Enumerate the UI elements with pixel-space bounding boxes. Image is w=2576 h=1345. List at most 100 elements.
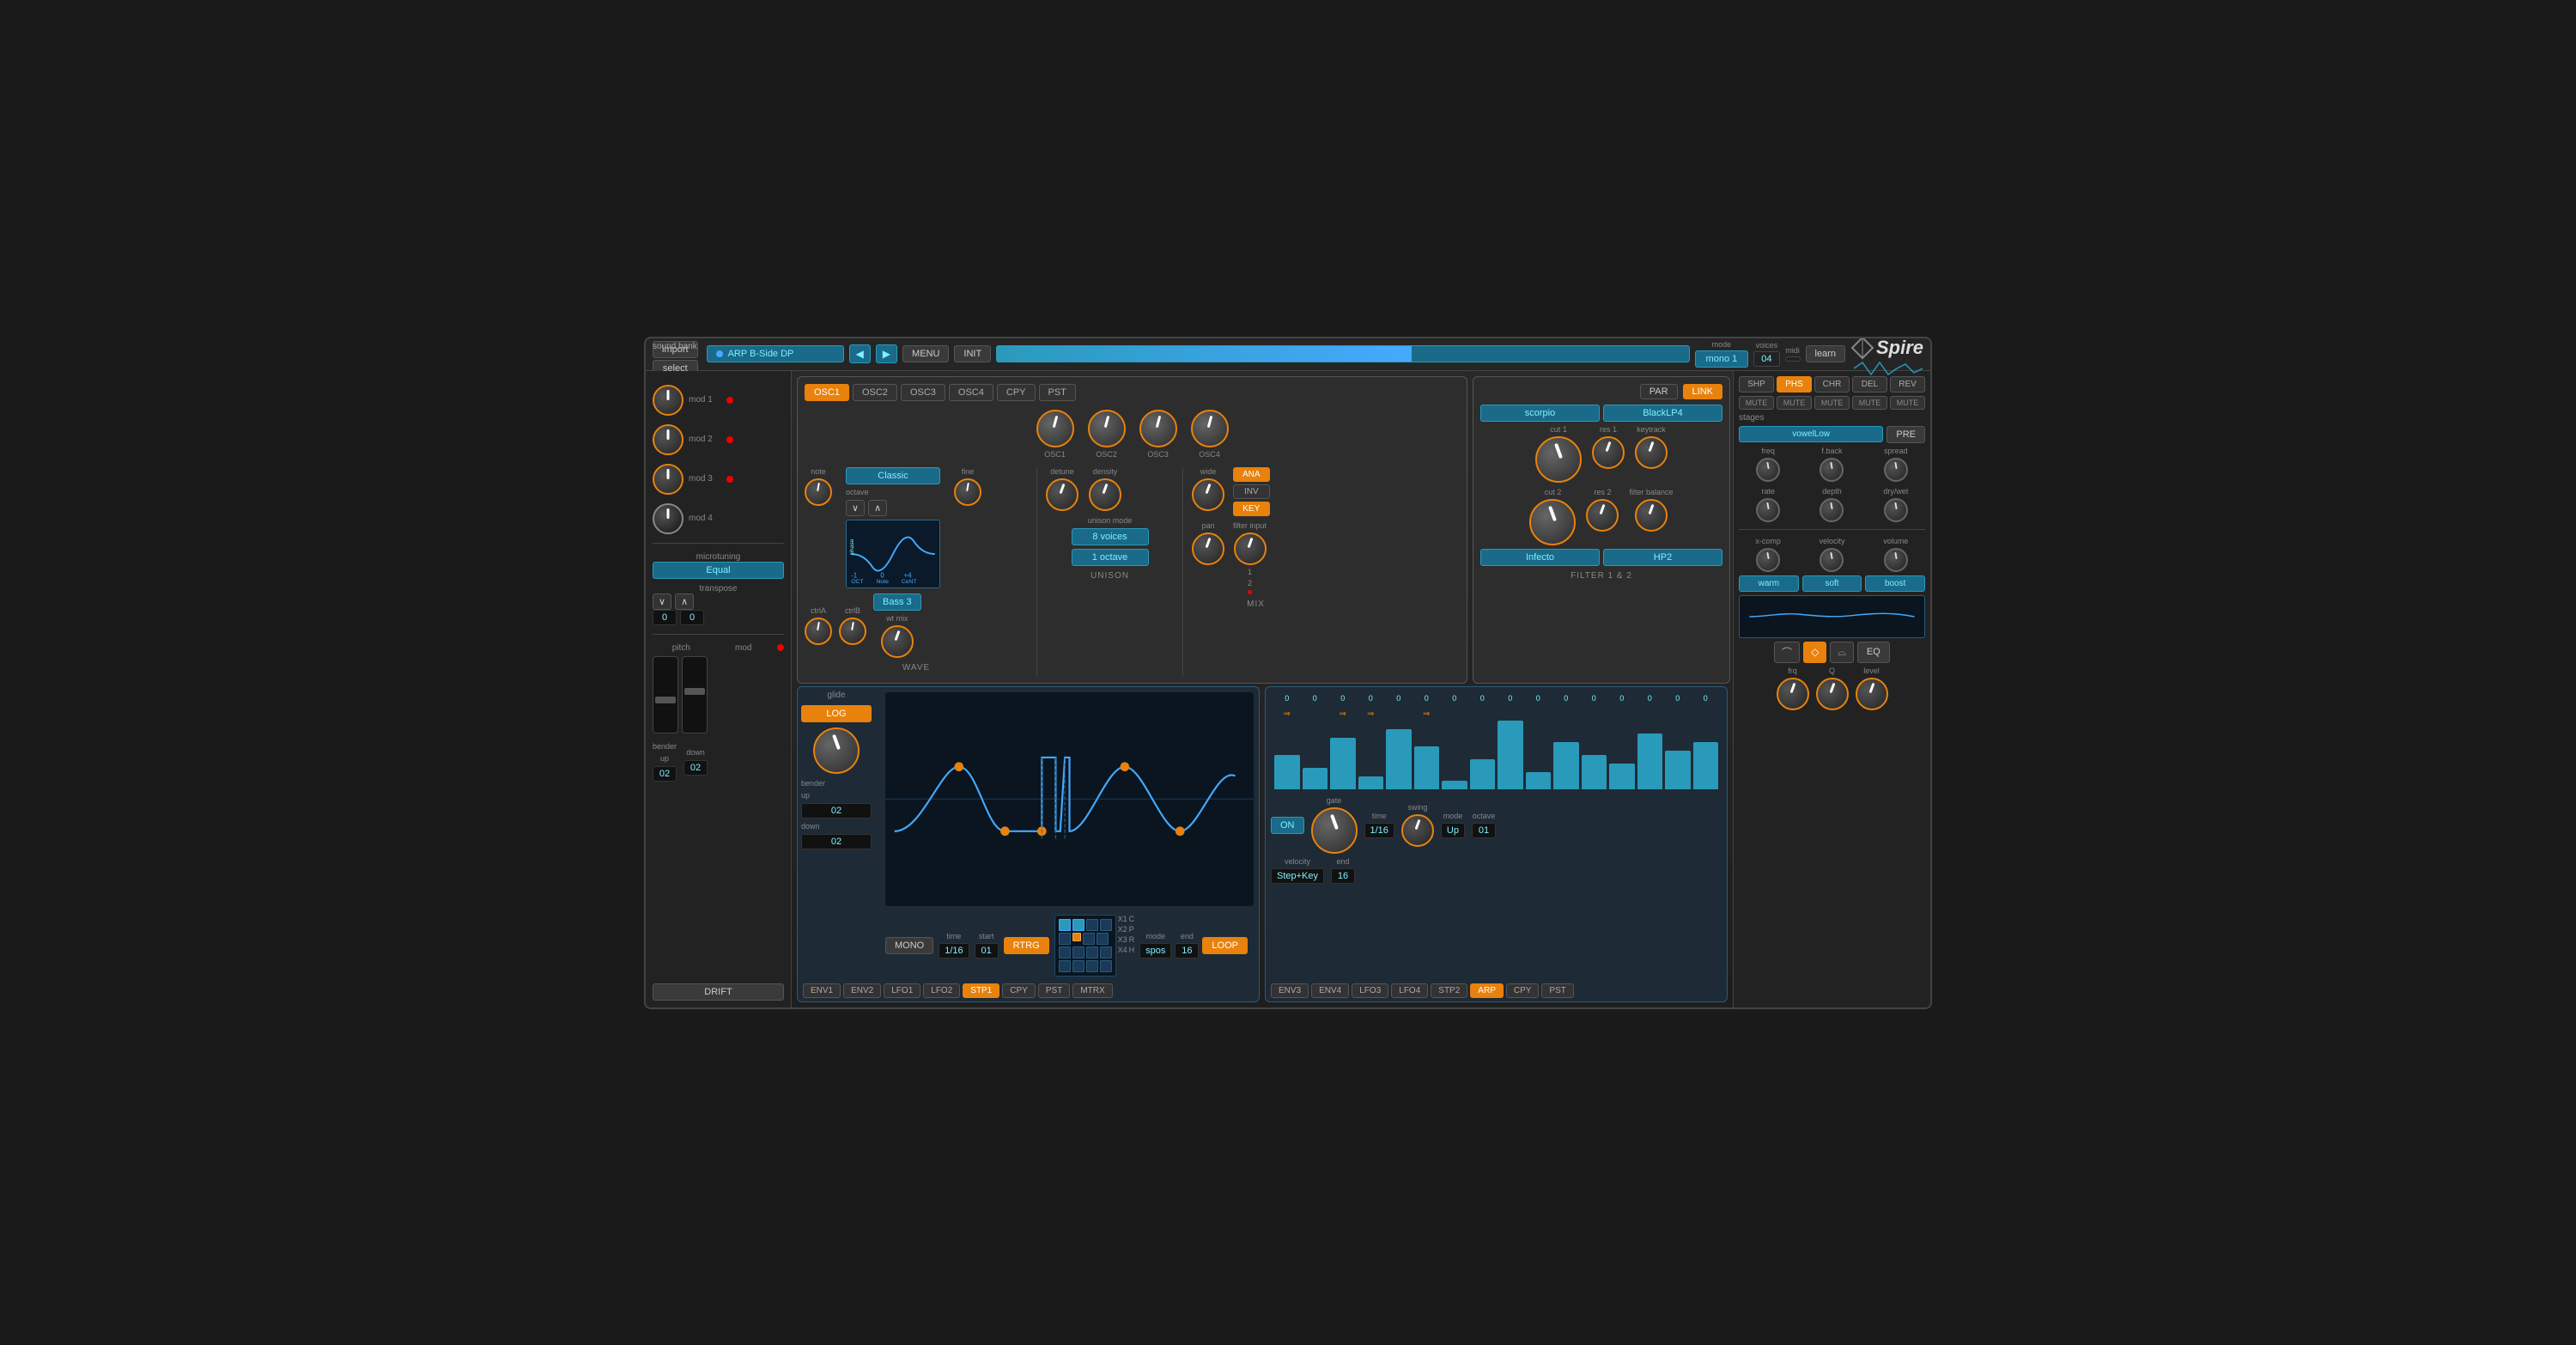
arp-bar-8[interactable]	[1498, 721, 1523, 789]
filter1-type-select[interactable]: scorpio	[1480, 405, 1600, 422]
wt-mix-knob[interactable]	[881, 625, 914, 658]
drywet-knob[interactable]	[1884, 498, 1908, 522]
arp-bar-15[interactable]	[1693, 742, 1719, 789]
arp-on-btn[interactable]: ON	[1271, 817, 1304, 834]
par-btn[interactable]: PAR	[1640, 384, 1678, 399]
x4-cell4[interactable]	[1100, 960, 1112, 972]
depth-knob[interactable]	[1820, 498, 1844, 522]
inv-btn[interactable]: INV	[1233, 484, 1270, 499]
x3-cell2[interactable]	[1072, 946, 1084, 959]
cpy-tab[interactable]: CPY	[1002, 983, 1036, 998]
res2-knob[interactable]	[1586, 499, 1619, 532]
bender-down-num[interactable]: 02	[801, 834, 872, 849]
cut2-knob[interactable]	[1529, 499, 1576, 545]
pan-knob[interactable]	[1192, 533, 1224, 565]
osc-paste-btn[interactable]: PST	[1039, 384, 1076, 401]
x4-cell2[interactable]	[1072, 960, 1084, 972]
boost-btn[interactable]: boost	[1865, 575, 1925, 592]
oct-up-btn[interactable]: ∧	[868, 500, 887, 516]
shp-mute-btn[interactable]: MUTE	[1739, 396, 1774, 410]
ana-btn[interactable]: ANA	[1233, 467, 1270, 482]
soft-btn[interactable]: soft	[1802, 575, 1862, 592]
chr-tab[interactable]: CHR	[1814, 376, 1850, 393]
x2-cell3[interactable]	[1083, 933, 1095, 945]
menu-button[interactable]: MENU	[902, 345, 949, 362]
time-val[interactable]: 1/16	[939, 943, 969, 959]
note-knob[interactable]	[805, 478, 832, 506]
mode-val[interactable]: spos	[1139, 943, 1171, 959]
osc4-main-knob[interactable]	[1191, 410, 1229, 447]
bender-up-val[interactable]: 02	[653, 766, 677, 782]
mod2-knob[interactable]	[653, 424, 683, 455]
env3-tab[interactable]: ENV3	[1271, 983, 1309, 998]
x3-cell3[interactable]	[1086, 946, 1098, 959]
osc1-main-knob[interactable]	[1036, 410, 1074, 447]
filter-input-knob[interactable]	[1234, 533, 1267, 565]
learn-button[interactable]: learn	[1806, 345, 1845, 362]
x2-cell1[interactable]	[1059, 933, 1071, 945]
q-knob[interactable]	[1816, 678, 1849, 710]
init-button[interactable]: INIT	[954, 345, 991, 362]
fback-knob[interactable]	[1820, 458, 1844, 482]
arp-cpy-tab[interactable]: CPY	[1506, 983, 1540, 998]
voices-display[interactable]: 04	[1753, 351, 1779, 367]
glide-knob[interactable]	[813, 727, 860, 774]
arp-mode-val[interactable]: Up	[1441, 823, 1465, 838]
x3-cell1[interactable]	[1059, 946, 1071, 959]
osc3-tab[interactable]: OSC3	[901, 384, 945, 401]
arp-bar-13[interactable]	[1637, 733, 1663, 789]
mod-slider[interactable]	[682, 656, 708, 733]
osc2-tab[interactable]: OSC2	[853, 384, 897, 401]
loop-btn[interactable]: LOOP	[1202, 937, 1248, 954]
shape-btn-3[interactable]: ⌓	[1830, 642, 1854, 663]
arp-bar-0[interactable]	[1274, 755, 1300, 789]
x1-cell3[interactable]	[1086, 919, 1098, 931]
env2-tab[interactable]: ENV2	[843, 983, 881, 998]
eq-btn[interactable]: EQ	[1857, 642, 1890, 663]
transpose-down-btn[interactable]: ∨	[653, 593, 671, 610]
frq-knob[interactable]	[1777, 678, 1809, 710]
mode-display[interactable]: mono 1	[1695, 350, 1749, 368]
key-btn[interactable]: KEY	[1233, 502, 1270, 516]
x4-cell1[interactable]	[1059, 960, 1071, 972]
osc1-tab[interactable]: OSC1	[805, 384, 849, 401]
mod3-knob[interactable]	[653, 464, 683, 495]
del-mute-btn[interactable]: MUTE	[1852, 396, 1887, 410]
mono-btn[interactable]: MONO	[885, 937, 933, 954]
infecto-select[interactable]: Infecto	[1480, 549, 1600, 566]
arp-gate-knob[interactable]	[1311, 807, 1358, 854]
arp-bar-7[interactable]	[1470, 759, 1496, 789]
arp-velocity-val[interactable]: Step+Key	[1271, 868, 1324, 884]
shp-tab[interactable]: SHP	[1739, 376, 1774, 393]
pst-tab[interactable]: PST	[1038, 983, 1070, 998]
filter-balance-knob[interactable]	[1635, 499, 1668, 532]
arp-time-val[interactable]: 1/16	[1364, 823, 1394, 838]
rev-mute-btn[interactable]: MUTE	[1890, 396, 1925, 410]
start-val[interactable]: 01	[975, 943, 999, 959]
mod1-knob[interactable]	[653, 385, 683, 416]
arp-bar-3[interactable]	[1358, 776, 1384, 789]
log-btn[interactable]: LOG	[801, 705, 872, 722]
bender-up-num[interactable]: 02	[801, 803, 872, 819]
osc-copy-btn[interactable]: CPY	[997, 384, 1036, 401]
arp-swing-knob[interactable]	[1401, 814, 1434, 847]
next-preset-button[interactable]: ▶	[876, 344, 897, 363]
detune-knob[interactable]	[1046, 478, 1078, 511]
x2-cell4[interactable]	[1097, 933, 1109, 945]
mod4-knob[interactable]	[653, 503, 683, 534]
x-comp-knob[interactable]	[1756, 548, 1780, 572]
phs-mute-btn[interactable]: MUTE	[1777, 396, 1812, 410]
cut1-knob[interactable]	[1535, 436, 1582, 483]
arp-bar-12[interactable]	[1609, 764, 1635, 789]
lfo3-tab[interactable]: LFO3	[1352, 983, 1388, 998]
octave-mode-select[interactable]: 1 octave	[1072, 549, 1149, 566]
oct-down-btn[interactable]: ∨	[846, 500, 865, 516]
mtrx-tab[interactable]: MTRX	[1072, 983, 1112, 998]
rate-knob[interactable]	[1756, 498, 1780, 522]
lfo2-tab[interactable]: LFO2	[923, 983, 960, 998]
link-btn[interactable]: LINK	[1683, 384, 1722, 399]
density-knob[interactable]	[1089, 478, 1121, 511]
arp-bar-11[interactable]	[1582, 755, 1607, 789]
lfo4-tab[interactable]: LFO4	[1391, 983, 1428, 998]
x4-cell3[interactable]	[1086, 960, 1098, 972]
